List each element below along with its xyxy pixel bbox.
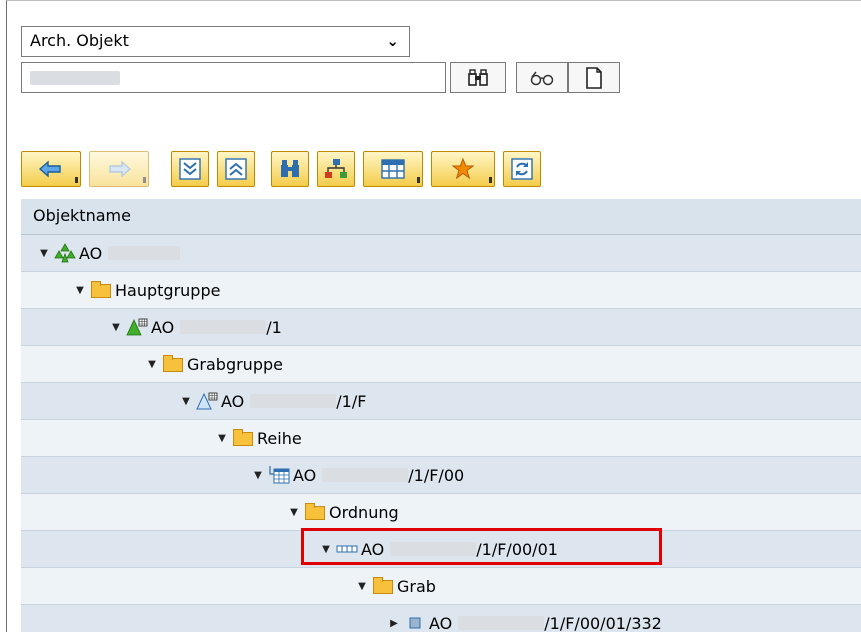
expand-toggle-icon[interactable]: ▼: [215, 433, 229, 444]
node-label: AO: [221, 391, 245, 411]
favorites-button[interactable]: [431, 151, 495, 187]
arrow-right-icon: [109, 160, 132, 178]
display-button[interactable]: [516, 62, 568, 93]
object-type-value: Arch. Objekt: [30, 31, 129, 50]
glasses-icon: [530, 71, 554, 85]
expand-toggle-icon[interactable]: ▼: [287, 507, 301, 518]
main-group-icon: [126, 317, 148, 337]
grave-group-icon: [196, 391, 218, 411]
layout-icon: [381, 159, 405, 179]
redacted-name: [250, 394, 337, 408]
app-frame: Arch. Objekt ⌄ Objektname ▼ AO ▼ Hauptgr…: [6, 0, 861, 632]
favorites-icon: [451, 157, 475, 180]
find-button[interactable]: [450, 62, 506, 93]
forward-button[interactable]: [89, 151, 149, 187]
redacted-value: [30, 71, 120, 85]
node-suffix: /1/F/00/01/332: [544, 613, 662, 632]
refresh-icon: [511, 158, 533, 180]
expand-toggle-icon[interactable]: ▼: [73, 285, 87, 296]
node-label: Grab: [397, 576, 436, 596]
expand-all-button[interactable]: [171, 151, 209, 187]
binoculars-icon: [468, 68, 488, 86]
expand-toggle-icon[interactable]: ▼: [109, 322, 123, 333]
node-label: AO: [429, 613, 453, 632]
object-search-input[interactable]: [21, 62, 446, 93]
object-type-select[interactable]: Arch. Objekt ⌄: [21, 26, 410, 57]
node-suffix: /1/F/00: [408, 465, 465, 485]
node-label: AO: [293, 465, 317, 485]
tree-column-title: Objektname: [33, 206, 131, 225]
find-icon: [281, 160, 299, 177]
hierarchy-icon: [325, 159, 347, 178]
refresh-button[interactable]: [503, 151, 541, 187]
node-label: Reihe: [257, 428, 302, 448]
collapse-all-button[interactable]: [217, 151, 255, 187]
expand-toggle-icon[interactable]: ▼: [251, 470, 265, 481]
folder-icon: [90, 280, 112, 300]
tree-row-grave-group[interactable]: ▼ AO /1/F: [21, 383, 861, 420]
node-label: Ordnung: [329, 502, 399, 522]
create-button[interactable]: [568, 62, 620, 93]
chevron-down-icon: ⌄: [386, 32, 399, 50]
dropdown-marker: [417, 177, 420, 183]
archaeology-object-icon: [54, 243, 76, 263]
tree-row-hauptgruppe[interactable]: ▼ Hauptgruppe: [21, 272, 861, 309]
highlight-box: [301, 528, 662, 565]
node-label: Grabgruppe: [187, 354, 283, 374]
folder-icon: [162, 354, 184, 374]
expand-all-icon: [179, 158, 201, 180]
dropdown-marker: [75, 177, 78, 183]
row-icon: [268, 465, 290, 485]
back-button[interactable]: [21, 151, 81, 187]
redacted-name: [458, 616, 545, 630]
tree-row-root[interactable]: ▼ AO: [21, 235, 861, 272]
tree-row-row-object[interactable]: ▼ AO /1/F/00: [21, 457, 861, 494]
node-suffix: /1: [266, 317, 282, 337]
node-label: Hauptgruppe: [115, 280, 221, 300]
find-tree-button[interactable]: [271, 151, 309, 187]
new-document-icon: [586, 66, 602, 89]
tree-row-grab[interactable]: ▼ Grab: [21, 568, 861, 605]
tree-row-reihe[interactable]: ▼ Reihe: [21, 420, 861, 457]
grave-icon: [404, 613, 426, 632]
tree-column-header[interactable]: Objektname: [21, 199, 861, 235]
collapse-all-icon: [225, 158, 247, 180]
folder-icon: [372, 576, 394, 596]
tree-row-grave-object[interactable]: ▶ AO /1/F/00/01/332: [21, 605, 861, 632]
tree-row-main-group[interactable]: ▼ AO /1: [21, 309, 861, 346]
redacted-name: [322, 468, 409, 482]
expand-toggle-icon[interactable]: ▼: [37, 248, 51, 259]
node-label: AO: [79, 243, 103, 263]
dropdown-marker: [489, 177, 492, 183]
folder-icon: [232, 428, 254, 448]
expand-toggle-icon[interactable]: ▼: [145, 359, 159, 370]
hierarchy-button[interactable]: [317, 151, 355, 187]
expand-toggle-icon[interactable]: ▼: [179, 396, 193, 407]
node-label: AO: [151, 317, 175, 337]
expand-toggle-icon[interactable]: ▼: [355, 581, 369, 592]
folder-icon: [304, 502, 326, 522]
dropdown-marker: [143, 177, 146, 183]
collapsed-toggle-icon[interactable]: ▶: [387, 618, 401, 629]
node-suffix: /1/F: [336, 391, 367, 411]
redacted-name: [108, 246, 181, 260]
tree-row-ordnung[interactable]: ▼ Ordnung: [21, 494, 861, 531]
layout-button[interactable]: [363, 151, 423, 187]
arrow-left-icon: [38, 160, 61, 178]
redacted-name: [180, 320, 267, 334]
tree-row-grabgruppe[interactable]: ▼ Grabgruppe: [21, 346, 861, 383]
